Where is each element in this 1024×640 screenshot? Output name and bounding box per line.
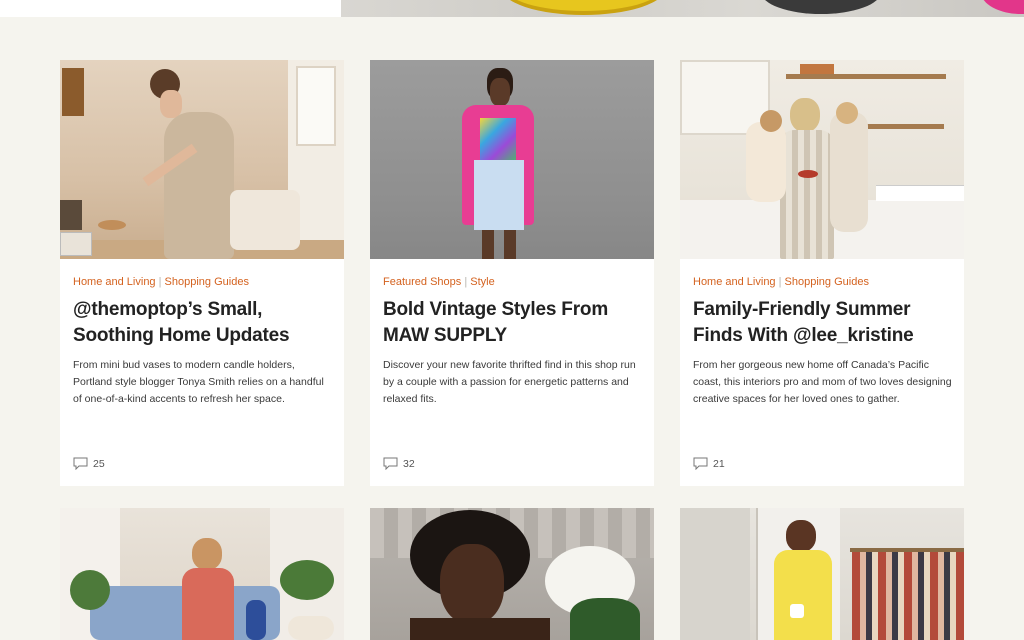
comment-count-value: 32 — [403, 457, 415, 470]
article-image[interactable] — [680, 60, 964, 259]
category-links: Home and Living | Shopping Guides — [73, 276, 249, 288]
article-image[interactable] — [370, 60, 654, 259]
hero-image-bottom — [341, 0, 1024, 17]
article-image[interactable] — [370, 508, 654, 640]
article-card[interactable]: Home and Living | Shopping Guides Family… — [680, 60, 964, 486]
article-image[interactable] — [680, 508, 964, 640]
category-link[interactable]: Featured Shops — [383, 276, 461, 288]
comment-count[interactable]: 21 — [693, 457, 725, 470]
article-description: Discover your new favorite thrifted find… — [383, 359, 636, 405]
article-card[interactable]: Featured Shops | Style Bold Vintage Styl… — [370, 60, 654, 486]
article-description: From mini bud vases to modern candle hol… — [73, 359, 324, 405]
article-title[interactable]: Family-Friendly Summer Finds With @lee_k… — [693, 297, 955, 349]
yellow-basket — [501, 0, 666, 15]
dark-object — [761, 0, 881, 14]
pink-object — [981, 0, 1024, 14]
article-title[interactable]: @themoptop’s Small, Soothing Home Update… — [73, 297, 335, 349]
category-links: Featured Shops | Style — [383, 276, 495, 288]
article-card[interactable] — [370, 508, 654, 640]
category-link[interactable]: Style — [470, 276, 494, 288]
article-card[interactable] — [60, 508, 344, 640]
comment-count-value: 25 — [93, 457, 105, 470]
speech-bubble-icon — [693, 457, 708, 470]
comment-count-value: 21 — [713, 457, 725, 470]
article-image[interactable] — [60, 60, 344, 259]
comment-count[interactable]: 32 — [383, 457, 415, 470]
top-white-panel — [0, 0, 341, 17]
article-card[interactable] — [680, 508, 964, 640]
article-image[interactable] — [60, 508, 344, 640]
top-strip — [0, 0, 1024, 17]
speech-bubble-icon — [73, 457, 88, 470]
category-link[interactable]: Shopping Guides — [785, 276, 869, 288]
category-link[interactable]: Shopping Guides — [165, 276, 249, 288]
category-link[interactable]: Home and Living — [73, 276, 156, 288]
article-description: From her gorgeous new home off Canada’s … — [693, 359, 952, 405]
category-link[interactable]: Home and Living — [693, 276, 776, 288]
article-title[interactable]: Bold Vintage Styles From MAW SUPPLY — [383, 297, 645, 349]
category-links: Home and Living | Shopping Guides — [693, 276, 869, 288]
article-card[interactable]: Home and Living | Shopping Guides @themo… — [60, 60, 344, 486]
comment-count[interactable]: 25 — [73, 457, 105, 470]
speech-bubble-icon — [383, 457, 398, 470]
